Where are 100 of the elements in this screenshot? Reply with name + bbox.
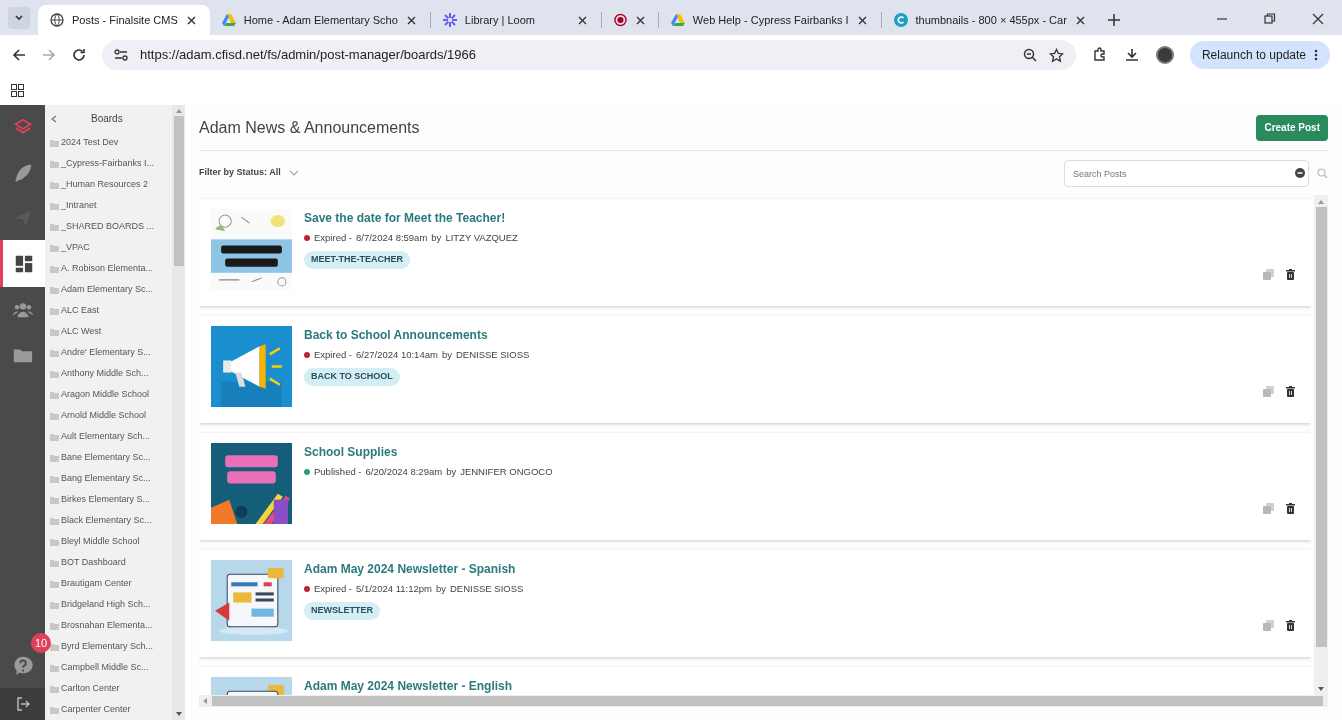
page-title: Adam News & Announcements	[199, 117, 420, 138]
post-title[interactable]: Back to School Announcements	[304, 328, 530, 342]
tag-badge[interactable]: NEWSLETTER	[304, 602, 380, 620]
board-item[interactable]: Carpenter Center	[45, 699, 172, 720]
board-item[interactable]: BOT Dashboard	[45, 552, 172, 573]
browser-tab[interactable]: thumbnails - 800 × 455px - Car	[881, 5, 1099, 35]
board-item[interactable]: Ault Elementary Sch...	[45, 426, 172, 447]
post-title[interactable]: Save the date for Meet the Teacher!	[304, 211, 518, 225]
reload-icon[interactable]	[72, 48, 86, 62]
clear-icon[interactable]	[1295, 167, 1305, 178]
scrollbar[interactable]	[1314, 195, 1328, 695]
close-icon[interactable]	[634, 14, 646, 26]
board-item[interactable]: Bleyl Middle School	[45, 531, 172, 552]
tag-badge[interactable]: BACK TO SCHOOL	[304, 368, 400, 386]
folder-icon	[50, 537, 59, 546]
board-item[interactable]: Bane Elementary Sc...	[45, 447, 172, 468]
close-icon[interactable]	[1074, 14, 1087, 26]
board-item[interactable]: Birkes Elementary S...	[45, 489, 172, 510]
folder-icon	[50, 642, 59, 651]
scroll-thumb[interactable]	[212, 696, 1323, 706]
board-item[interactable]: ALC West	[45, 321, 172, 342]
close-icon[interactable]	[185, 14, 198, 26]
download-icon[interactable]	[1123, 47, 1140, 63]
board-item[interactable]: Campbell Middle Sc...	[45, 657, 172, 678]
by-label: by	[435, 582, 446, 596]
trash-icon[interactable]	[1286, 620, 1295, 631]
scroll-down-icon[interactable]	[175, 712, 182, 716]
post-status: Expired -	[314, 582, 352, 596]
collapse-icon[interactable]	[51, 114, 57, 123]
board-item[interactable]: Black Elementary Sc...	[45, 510, 172, 531]
tab-search-icon[interactable]	[8, 7, 30, 29]
folder-icon	[50, 201, 59, 210]
close-icon[interactable]	[405, 14, 418, 26]
triangle-icon	[670, 13, 685, 27]
post-title[interactable]: Adam May 2024 Newsletter - Spanish	[304, 562, 524, 576]
extensions-icon[interactable]	[1091, 47, 1108, 63]
board-item[interactable]: ALC East	[45, 300, 172, 321]
board-item[interactable]: Anthony Middle Sch...	[45, 363, 172, 384]
relaunch-button[interactable]: Relaunch to update	[1189, 41, 1330, 69]
board-item[interactable]: Aragon Middle School	[45, 384, 172, 405]
apps-icon[interactable]	[11, 83, 24, 97]
site-settings-icon[interactable]	[114, 49, 128, 61]
browser-tab[interactable]: Web Help - Cypress Fairbanks I	[658, 5, 881, 35]
scroll-down-icon[interactable]	[1318, 687, 1324, 691]
board-item[interactable]: Carlton Center	[45, 678, 172, 699]
close-icon[interactable]	[856, 14, 869, 26]
forward-icon[interactable]	[42, 48, 56, 62]
post-title[interactable]: School Supplies	[304, 445, 553, 459]
board-item[interactable]: _SHARED BOARDS ...	[45, 216, 172, 237]
horizontal-scrollbar[interactable]	[199, 695, 1328, 707]
folder-icon	[50, 411, 59, 420]
board-item[interactable]: Bridgeland High Sch...	[45, 594, 172, 615]
scroll-thumb[interactable]	[173, 116, 184, 266]
board-item[interactable]: Arnold Middle School	[45, 405, 172, 426]
board-item[interactable]: _Human Resources 2	[45, 174, 172, 195]
zoom-icon[interactable]	[1022, 48, 1037, 62]
close-icon[interactable]	[576, 14, 589, 26]
browser-tab[interactable]: Home - Adam Elementary Scho	[209, 5, 430, 35]
browser-tab[interactable]: Posts - Finalsite CMS	[38, 5, 210, 35]
board-item[interactable]: Brautigam Center	[45, 573, 172, 594]
profile-avatar[interactable]	[1155, 46, 1174, 64]
folder-icon	[50, 159, 59, 168]
chevron-down-icon[interactable]	[288, 170, 299, 176]
help-icon[interactable]	[11, 654, 34, 677]
board-item[interactable]: _Cypress-Fairbanks I...	[45, 153, 172, 174]
search-field[interactable]: Search Posts	[1064, 160, 1309, 187]
board-item[interactable]: Andre' Elementary S...	[45, 342, 172, 363]
trash-icon[interactable]	[1286, 503, 1295, 514]
board-item[interactable]: A. Robison Elementa...	[45, 258, 172, 279]
board-item[interactable]: Brosnahan Elementa...	[45, 615, 172, 636]
scroll-thumb[interactable]	[1315, 207, 1327, 647]
star-icon[interactable]	[1048, 47, 1064, 63]
more-icon[interactable]	[1314, 49, 1318, 61]
browser-tab[interactable]: Library | Loom	[430, 5, 601, 35]
status-filter[interactable]: Filter by Status: All	[199, 166, 281, 180]
folder-icon	[50, 516, 59, 525]
address-bar[interactable]: https://adam.cfisd.net/fs/admin/post-manager/boards/1966	[102, 40, 1076, 70]
board-item[interactable]: Bang Elementary Sc...	[45, 468, 172, 489]
trash-icon[interactable]	[1286, 386, 1295, 397]
boards-heading: Boards	[91, 112, 123, 126]
post-author: DENISSE SIOSS	[449, 582, 524, 596]
logout-button[interactable]	[0, 688, 45, 720]
create-post-button[interactable]: Create Post	[1256, 114, 1328, 141]
scroll-left-icon[interactable]	[203, 698, 207, 704]
starburst-icon	[442, 13, 457, 27]
folder-icon	[50, 432, 59, 441]
board-item[interactable]: _VPAC	[45, 237, 172, 258]
new-tab-icon[interactable]	[1106, 13, 1121, 27]
board-item[interactable]: _Intranet	[45, 195, 172, 216]
nav-item[interactable]	[0, 240, 45, 287]
board-item[interactable]: Adam Elementary Sc...	[45, 279, 172, 300]
back-icon[interactable]	[12, 48, 26, 62]
post-title[interactable]: Adam May 2024 Newsletter - English	[304, 679, 513, 693]
folder-icon	[50, 180, 59, 189]
post-date: 6/27/2024 10:14am	[356, 348, 438, 362]
by-label: by	[431, 231, 442, 245]
board-item[interactable]: 2024 Test Dev	[45, 132, 172, 153]
tag-badge[interactable]: MEET-THE-TEACHER	[304, 251, 410, 269]
trash-icon[interactable]	[1286, 269, 1295, 280]
scrollbar[interactable]	[172, 105, 185, 720]
